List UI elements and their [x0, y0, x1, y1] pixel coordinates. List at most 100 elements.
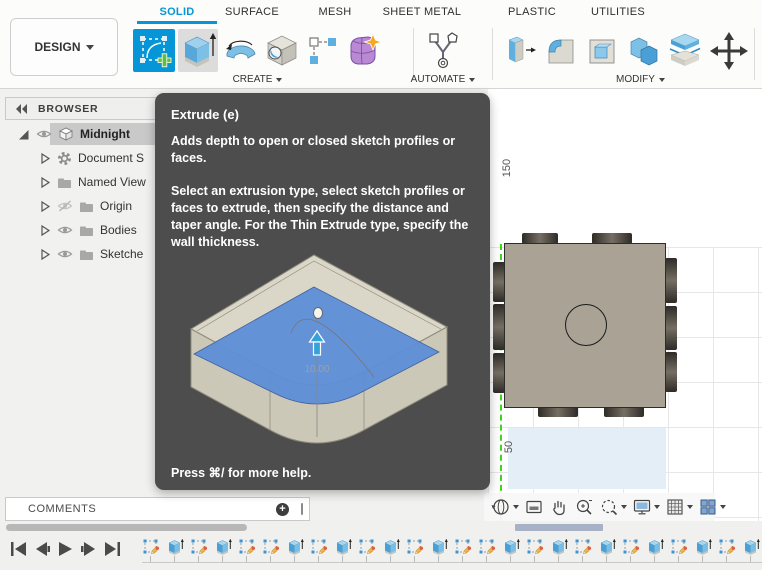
disclosure-collapsed-icon[interactable]: [39, 176, 51, 189]
revolve-button[interactable]: [222, 32, 259, 69]
timeline-extrude-icon[interactable]: [646, 538, 664, 556]
part-circle-edge[interactable]: [565, 304, 607, 346]
ruler-label-150: 150: [501, 158, 513, 178]
timeline-extrude-icon[interactable]: [550, 538, 568, 556]
fillet-button[interactable]: [541, 32, 578, 69]
viewport-nav-toolbar: [484, 493, 726, 521]
move-copy-button[interactable]: [708, 30, 750, 72]
orbit-icon: [491, 499, 509, 515]
collapse-panel-icon[interactable]: [15, 103, 29, 115]
step-back-button[interactable]: [34, 541, 51, 557]
tab-surface[interactable]: SURFACE: [212, 4, 292, 20]
disclosure-collapsed-icon[interactable]: [39, 200, 51, 213]
toolbar-divider: [754, 28, 755, 80]
look-at-button[interactable]: [522, 497, 546, 517]
tab-sheet-metal[interactable]: SHEET METAL: [372, 4, 472, 20]
create-group-dropdown[interactable]: CREATE: [215, 73, 300, 87]
disclosure-collapsed-icon[interactable]: [39, 224, 51, 237]
eye-icon[interactable]: [57, 224, 73, 236]
orbit-button[interactable]: [489, 497, 521, 517]
timeline-sketch-icon[interactable]: [190, 538, 208, 556]
caret-down-icon: [276, 78, 283, 82]
zoom-button[interactable]: [572, 497, 596, 517]
tab-mesh[interactable]: MESH: [295, 4, 375, 20]
timeline-sketch-icon[interactable]: [718, 538, 736, 556]
timeline-sketch-icon[interactable]: [310, 538, 328, 556]
shell-button[interactable]: [583, 32, 620, 69]
timeline-extrude-icon[interactable]: [334, 538, 352, 556]
skip-to-start-button[interactable]: [10, 541, 27, 557]
timeline-extrude-icon[interactable]: [286, 538, 304, 556]
pattern-button[interactable]: [304, 32, 341, 69]
timeline-extrude-icon[interactable]: [166, 538, 184, 556]
timeline-extrude-icon[interactable]: [694, 538, 712, 556]
part-boss[interactable]: [665, 258, 677, 303]
comments-bar[interactable]: COMMENTS +: [5, 497, 310, 521]
folder-icon: [80, 202, 93, 212]
play-button[interactable]: [58, 541, 73, 557]
automate-button[interactable]: [421, 30, 465, 72]
timeline-panel: [0, 521, 762, 570]
split-body-button[interactable]: [666, 31, 704, 69]
timeline-sketch-icon[interactable]: [574, 538, 592, 556]
modify-group-dropdown[interactable]: MODIFY: [598, 73, 683, 87]
display-settings-button[interactable]: [630, 497, 662, 517]
skip-to-end-button[interactable]: [104, 541, 121, 557]
design-workspace-button[interactable]: DESIGN: [10, 18, 118, 76]
zoom-window-button[interactable]: [597, 497, 629, 517]
timeline-sketch-icon[interactable]: [262, 538, 280, 556]
timeline-sketch-icon[interactable]: [454, 538, 472, 556]
caret-down-icon: [513, 505, 519, 509]
timeline-sketch-icon[interactable]: [358, 538, 376, 556]
timeline-extrude-icon[interactable]: [430, 538, 448, 556]
pan-button[interactable]: [547, 497, 571, 517]
eye-icon[interactable]: [57, 248, 73, 260]
grid-settings-button[interactable]: [663, 497, 695, 517]
timeline-sketch-icon[interactable]: [238, 538, 256, 556]
combine-button[interactable]: [625, 32, 662, 69]
create-sketch-button[interactable]: [133, 29, 175, 72]
timeline-extrude-icon[interactable]: [502, 538, 520, 556]
caret-down-icon: [720, 505, 726, 509]
grid-icon: [667, 499, 683, 515]
timeline-sketch-icon[interactable]: [478, 538, 496, 556]
part-boss[interactable]: [665, 306, 677, 350]
extrude-button[interactable]: [178, 29, 218, 72]
create-form-button[interactable]: [344, 32, 383, 71]
timeline-sketch-icon[interactable]: [622, 538, 640, 556]
timeline-sketch-icon[interactable]: [142, 538, 160, 556]
disclosure-collapsed-icon[interactable]: [39, 248, 51, 261]
folder-icon: [80, 250, 93, 260]
eye-off-icon[interactable]: [57, 200, 73, 212]
zoom-window-icon: [601, 499, 618, 516]
timeline-extrude-icon[interactable]: [382, 538, 400, 556]
tab-utilities[interactable]: UTILITIES: [573, 4, 663, 20]
hole-button[interactable]: [263, 32, 300, 69]
automate-group-dropdown[interactable]: AUTOMATE: [398, 73, 488, 87]
part-boss[interactable]: [665, 352, 677, 392]
step-forward-button[interactable]: [80, 541, 97, 557]
panel-resize-handle[interactable]: [301, 503, 303, 515]
tab-plastic[interactable]: PLASTIC: [487, 4, 577, 20]
eye-icon[interactable]: [36, 128, 52, 140]
timeline-extrude-icon[interactable]: [742, 538, 760, 556]
viewports-button[interactable]: [696, 497, 728, 517]
extrude-tooltip: Extrude (e) Adds depth to open or closed…: [155, 93, 490, 490]
tab-solid[interactable]: SOLID: [137, 4, 217, 20]
part-body[interactable]: [504, 243, 666, 408]
disclosure-collapsed-icon[interactable]: [39, 152, 51, 165]
caret-down-icon: [469, 78, 476, 82]
timeline-features: [142, 538, 762, 558]
timeline-scrollbar-thumb[interactable]: [515, 524, 603, 531]
browser-scrollbar-thumb[interactable]: [6, 524, 247, 531]
timeline-sketch-icon[interactable]: [526, 538, 544, 556]
component-cube-icon: [59, 127, 73, 141]
timeline-extrude-icon[interactable]: [214, 538, 232, 556]
press-pull-button[interactable]: [500, 32, 537, 69]
caret-down-icon: [658, 78, 665, 82]
timeline-extrude-icon[interactable]: [598, 538, 616, 556]
timeline-sketch-icon[interactable]: [406, 538, 424, 556]
disclosure-expanded-icon[interactable]: [17, 128, 30, 141]
timeline-sketch-icon[interactable]: [670, 538, 688, 556]
add-comment-icon[interactable]: +: [276, 502, 289, 516]
